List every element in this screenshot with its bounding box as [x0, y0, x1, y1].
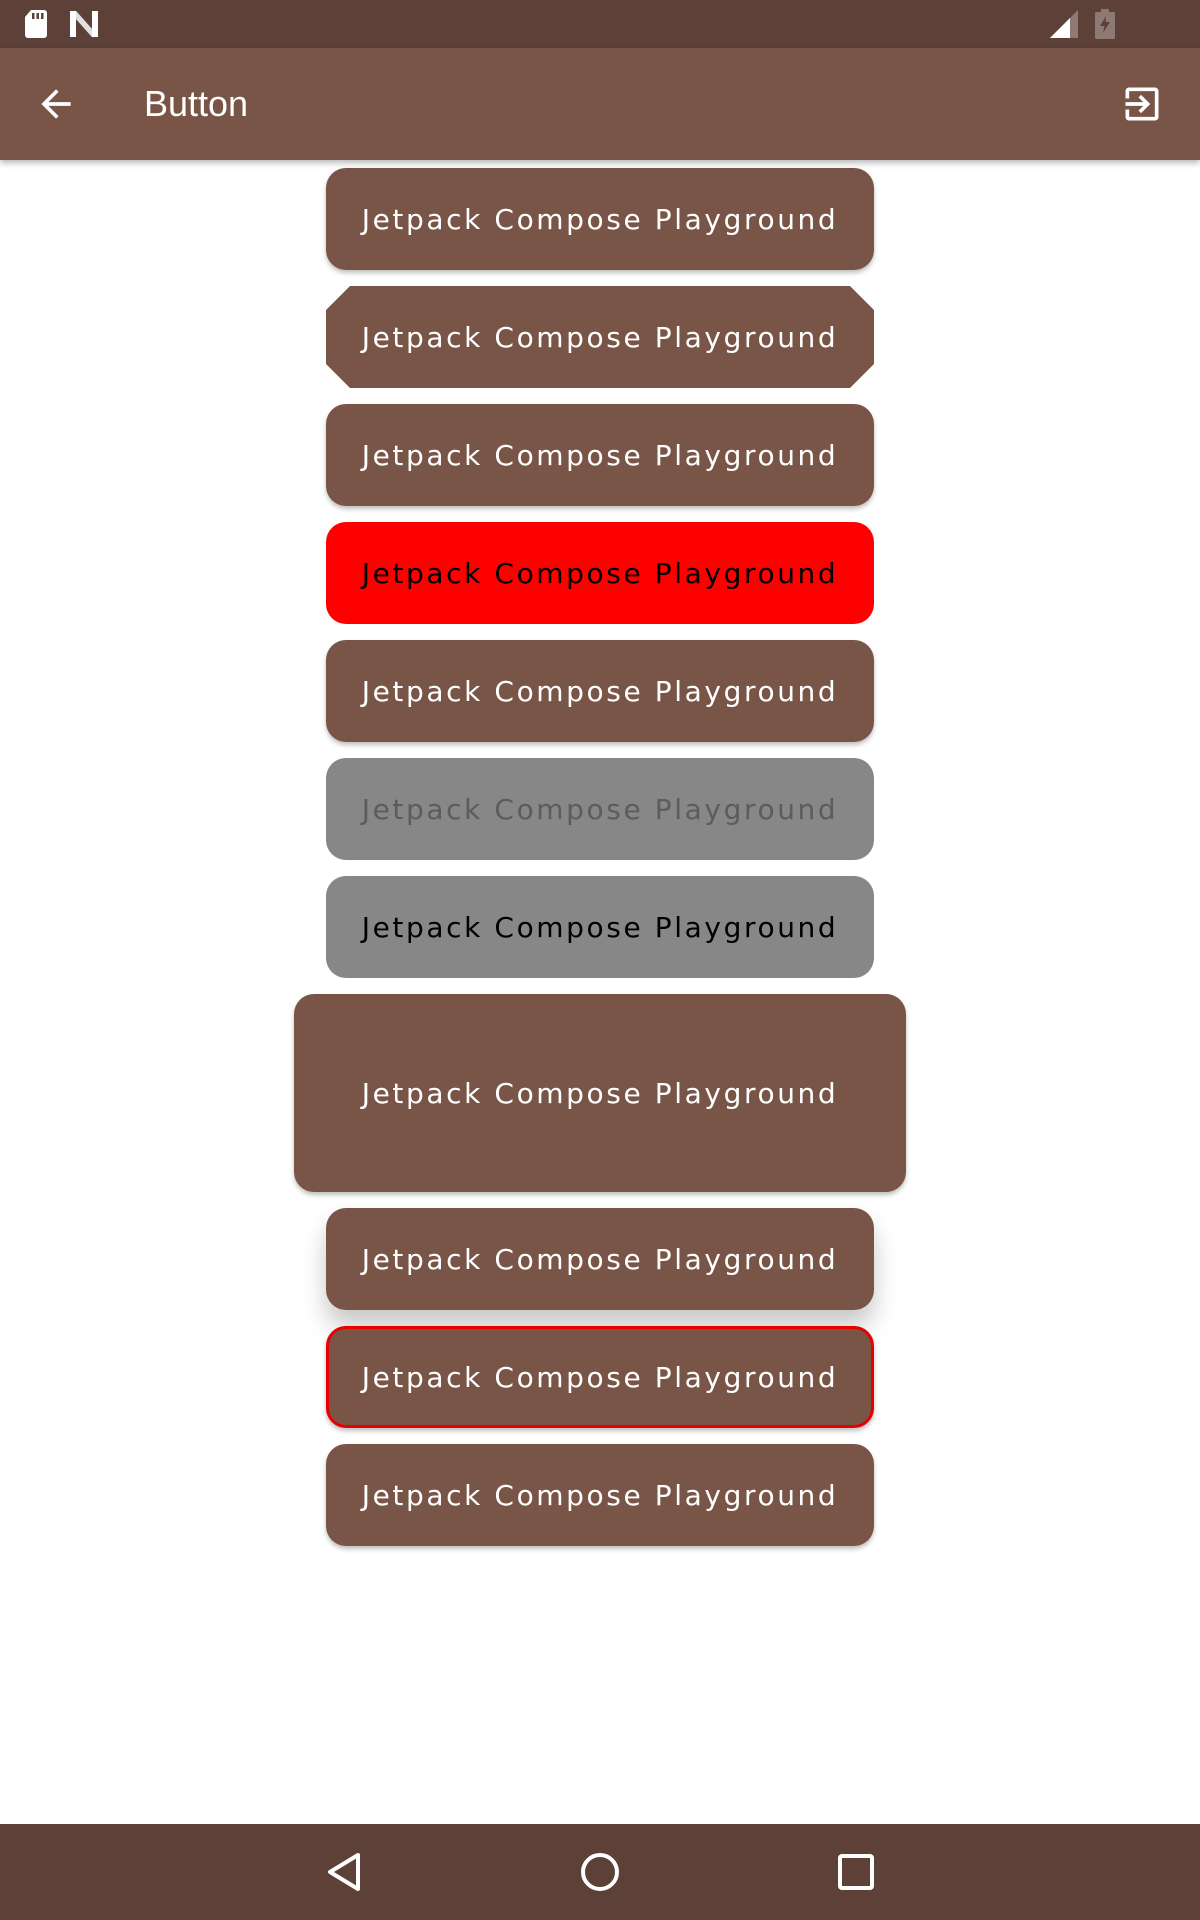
- battery-charging-icon: [1095, 9, 1115, 39]
- nav-home-icon[interactable]: [578, 1850, 622, 1894]
- rounded-button[interactable]: Jetpack Compose Playground: [326, 640, 874, 742]
- elevated-button[interactable]: Jetpack Compose Playground: [326, 1208, 874, 1310]
- cut-corner-button[interactable]: Jetpack Compose Playground: [326, 286, 874, 388]
- disabled-button: Jetpack Compose Playground: [326, 758, 874, 860]
- rounded-button[interactable]: Jetpack Compose Playground: [326, 404, 874, 506]
- red-border-button[interactable]: Jetpack Compose Playground: [326, 1326, 874, 1428]
- rounded-button[interactable]: Jetpack Compose Playground: [326, 1444, 874, 1546]
- arrow-back-icon[interactable]: [34, 82, 78, 126]
- exit-to-app-icon[interactable]: [1120, 82, 1164, 126]
- nav-back-icon[interactable]: [322, 1850, 366, 1894]
- sd-card-icon: [25, 10, 47, 38]
- n-logo-icon: [70, 11, 98, 37]
- rounded-button[interactable]: Jetpack Compose Playground: [326, 168, 874, 270]
- status-bar: [0, 0, 1200, 48]
- cell-signal-icon: [1050, 10, 1078, 38]
- navigation-bar: [0, 1824, 1200, 1920]
- app-bar: Button: [0, 48, 1200, 160]
- page-title: Button: [144, 83, 249, 124]
- gray-background-button[interactable]: Jetpack Compose Playground: [326, 876, 874, 978]
- nav-recents-icon[interactable]: [836, 1852, 876, 1892]
- red-background-button[interactable]: Jetpack Compose Playground: [326, 522, 874, 624]
- large-padding-button[interactable]: Jetpack Compose Playground: [294, 994, 906, 1192]
